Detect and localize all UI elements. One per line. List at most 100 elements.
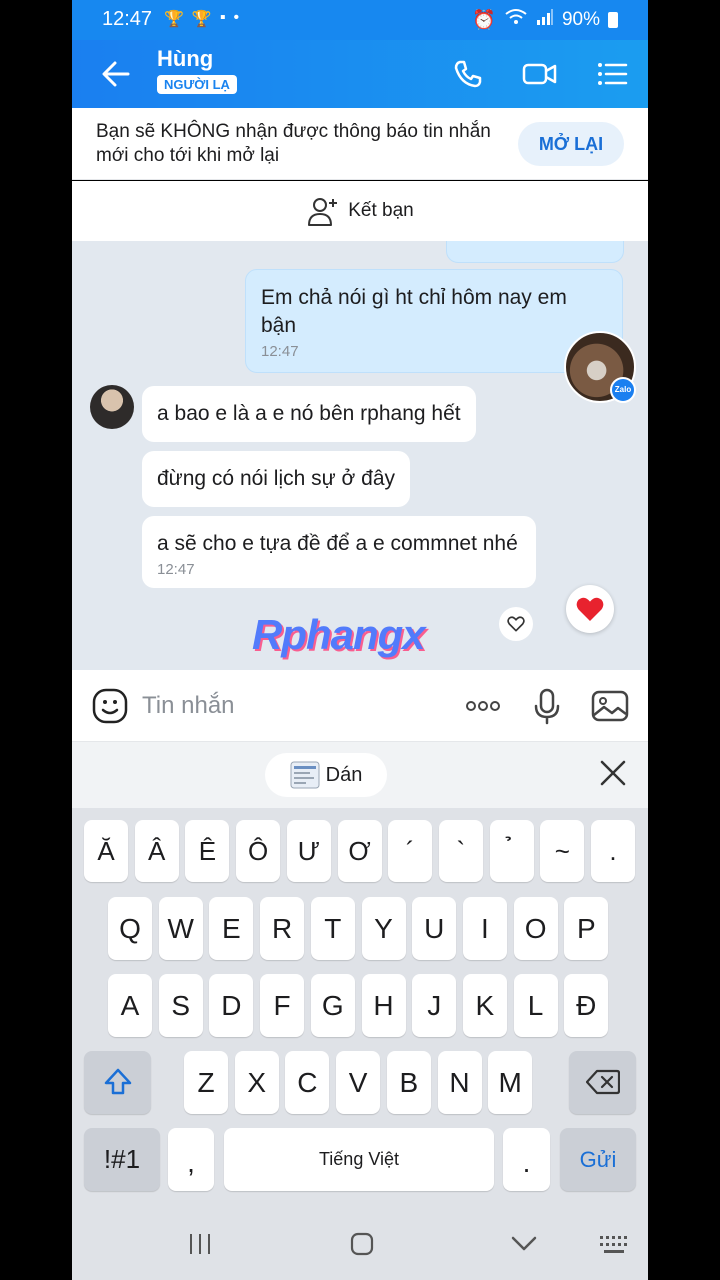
message-text: a sẽ cho e tựa đề để a e commnet nhé bbox=[157, 532, 518, 555]
key-2[interactable]: D bbox=[209, 974, 254, 1037]
key-0[interactable]: Q bbox=[108, 897, 152, 960]
message-input[interactable]: Tin nhắn bbox=[142, 692, 235, 720]
message-bubble-in[interactable]: a bao e là a e nó bên rphang hết bbox=[142, 386, 476, 442]
key-3[interactable]: F bbox=[260, 974, 305, 1037]
key-5[interactable]: Y bbox=[361, 897, 406, 960]
watermark-logo: Rphangx bbox=[252, 611, 426, 658]
send-key[interactable]: Gửi bbox=[560, 1128, 636, 1191]
key-8[interactable]: O bbox=[513, 897, 558, 960]
key-4[interactable]: B bbox=[386, 1051, 431, 1114]
heart-reaction[interactable] bbox=[566, 585, 614, 633]
message-bubble-in[interactable]: đừng có nói lịch sự ở đây bbox=[142, 451, 411, 507]
phone-screen: 12:47 🏆 🏆 ▪ • ⏰ 90% Hùng NGƯỜI LẠ Bạn sẽ… bbox=[72, 0, 648, 1280]
key-4[interactable]: G bbox=[310, 974, 355, 1037]
notice-text: Bạn sẽ KHÔNG nhận được thông báo tin nhắ… bbox=[96, 121, 491, 166]
message-text: Em chả nói gì ht chỉ hôm nay em bận bbox=[261, 286, 567, 337]
back-chevron-icon[interactable] bbox=[509, 1232, 539, 1256]
shift-arrow-icon bbox=[104, 1068, 131, 1095]
keyboard-toggle-icon[interactable] bbox=[598, 1234, 630, 1256]
key-2[interactable]: E bbox=[209, 897, 254, 960]
key-9[interactable]: ~ bbox=[540, 820, 585, 882]
space-key[interactable]: Tiếng Việt bbox=[224, 1128, 494, 1191]
chat-area[interactable]: Em chả nói gì ht chỉ hôm nay em bận 12:4… bbox=[72, 241, 648, 670]
key-9[interactable]: Đ bbox=[564, 974, 609, 1037]
reopen-button[interactable]: MỞ LẠI bbox=[518, 122, 624, 166]
video-call-icon[interactable] bbox=[520, 54, 560, 94]
alarm-icon: ⏰ bbox=[472, 10, 496, 31]
key-1[interactable]: S bbox=[158, 974, 203, 1037]
dot-icon: • bbox=[233, 9, 240, 26]
more-icon[interactable] bbox=[463, 686, 503, 726]
key-6[interactable]: ´ bbox=[388, 820, 433, 882]
message-time: 12:47 bbox=[157, 561, 195, 578]
key-1[interactable]: W bbox=[158, 897, 203, 960]
key-5[interactable]: Ơ bbox=[337, 820, 382, 882]
paste-button[interactable]: Dán bbox=[265, 753, 387, 797]
contact-name[interactable]: Hùng bbox=[157, 46, 213, 72]
emoji-icon[interactable] bbox=[90, 686, 130, 726]
key-0[interactable]: A bbox=[108, 974, 152, 1037]
microphone-icon[interactable] bbox=[527, 686, 567, 726]
system-navigation-bar bbox=[72, 1208, 648, 1280]
key-5[interactable]: N bbox=[437, 1051, 482, 1114]
comma-key[interactable]: , bbox=[168, 1128, 214, 1191]
battery-percent: 90% bbox=[561, 9, 600, 30]
key-3[interactable]: V bbox=[336, 1051, 381, 1114]
symbols-key[interactable]: !#1 bbox=[84, 1128, 160, 1191]
back-arrow-icon[interactable] bbox=[98, 56, 134, 92]
heart-outline-icon bbox=[507, 616, 525, 632]
status-time: 12:47 bbox=[102, 8, 153, 30]
heart-filled-icon bbox=[576, 597, 604, 621]
recent-apps-icon[interactable] bbox=[185, 1230, 215, 1258]
message-icon: ▪ bbox=[219, 9, 226, 26]
contact-avatar[interactable] bbox=[90, 385, 134, 429]
message-text: a bao e là a e nó bên rphang hết bbox=[157, 402, 461, 425]
key-8[interactable]: L bbox=[513, 974, 558, 1037]
key-6[interactable]: M bbox=[488, 1051, 533, 1114]
key-1[interactable]: X bbox=[234, 1051, 279, 1114]
key-7[interactable]: I bbox=[462, 897, 507, 960]
battery-icon bbox=[608, 12, 618, 28]
message-input-bar: Tin nhắn bbox=[72, 670, 648, 742]
key-6[interactable]: U bbox=[412, 897, 457, 960]
trophy-icon: 🏆 bbox=[191, 11, 212, 28]
previous-message-bubble[interactable] bbox=[446, 241, 624, 263]
period-key[interactable]: . bbox=[503, 1128, 550, 1191]
shift-key[interactable] bbox=[84, 1051, 151, 1114]
phone-call-icon[interactable] bbox=[448, 54, 488, 94]
notification-muted-notice: Bạn sẽ KHÔNG nhận được thông báo tin nhắ… bbox=[72, 108, 648, 180]
react-heart-button[interactable] bbox=[499, 607, 533, 641]
key-6[interactable]: J bbox=[412, 974, 457, 1037]
key-5[interactable]: H bbox=[361, 974, 406, 1037]
message-bubble-in[interactable]: a sẽ cho e tựa đề để a e commnet nhé 12:… bbox=[142, 516, 536, 588]
key-9[interactable]: P bbox=[564, 897, 609, 960]
wifi-icon bbox=[504, 8, 528, 32]
message-text: đừng có nói lịch sự ở đây bbox=[157, 467, 396, 490]
status-right: ⏰ 90% bbox=[472, 8, 618, 32]
status-bar: 12:47 🏆 🏆 ▪ • ⏰ 90% bbox=[72, 0, 648, 40]
key-0[interactable]: Z bbox=[184, 1051, 228, 1114]
message-time: 12:47 bbox=[261, 343, 299, 360]
trophy-icon: 🏆 bbox=[164, 11, 184, 28]
key-2[interactable]: C bbox=[285, 1051, 330, 1114]
key-4[interactable]: T bbox=[310, 897, 355, 960]
close-icon[interactable] bbox=[598, 758, 628, 788]
key-1[interactable]: Â bbox=[134, 820, 179, 882]
home-icon[interactable] bbox=[348, 1230, 376, 1258]
key-8[interactable]: ̉ bbox=[489, 820, 534, 882]
key-3[interactable]: Ô bbox=[236, 820, 281, 882]
menu-list-icon[interactable] bbox=[592, 54, 632, 94]
add-friend-button[interactable]: Kết bạn bbox=[72, 181, 648, 241]
key-4[interactable]: Ư bbox=[286, 820, 331, 882]
key-7[interactable]: K bbox=[462, 974, 507, 1037]
key-7[interactable]: ` bbox=[438, 820, 483, 882]
key-0[interactable]: Ă bbox=[84, 820, 128, 882]
chat-header: Hùng NGƯỜI LẠ bbox=[72, 40, 648, 108]
backspace-key[interactable] bbox=[569, 1051, 636, 1114]
signal-icon bbox=[536, 9, 554, 31]
key-2[interactable]: Ê bbox=[185, 820, 230, 882]
image-icon[interactable] bbox=[590, 686, 630, 726]
key-3[interactable]: R bbox=[260, 897, 305, 960]
key-10[interactable]: . bbox=[591, 820, 635, 882]
add-user-icon bbox=[308, 198, 338, 226]
